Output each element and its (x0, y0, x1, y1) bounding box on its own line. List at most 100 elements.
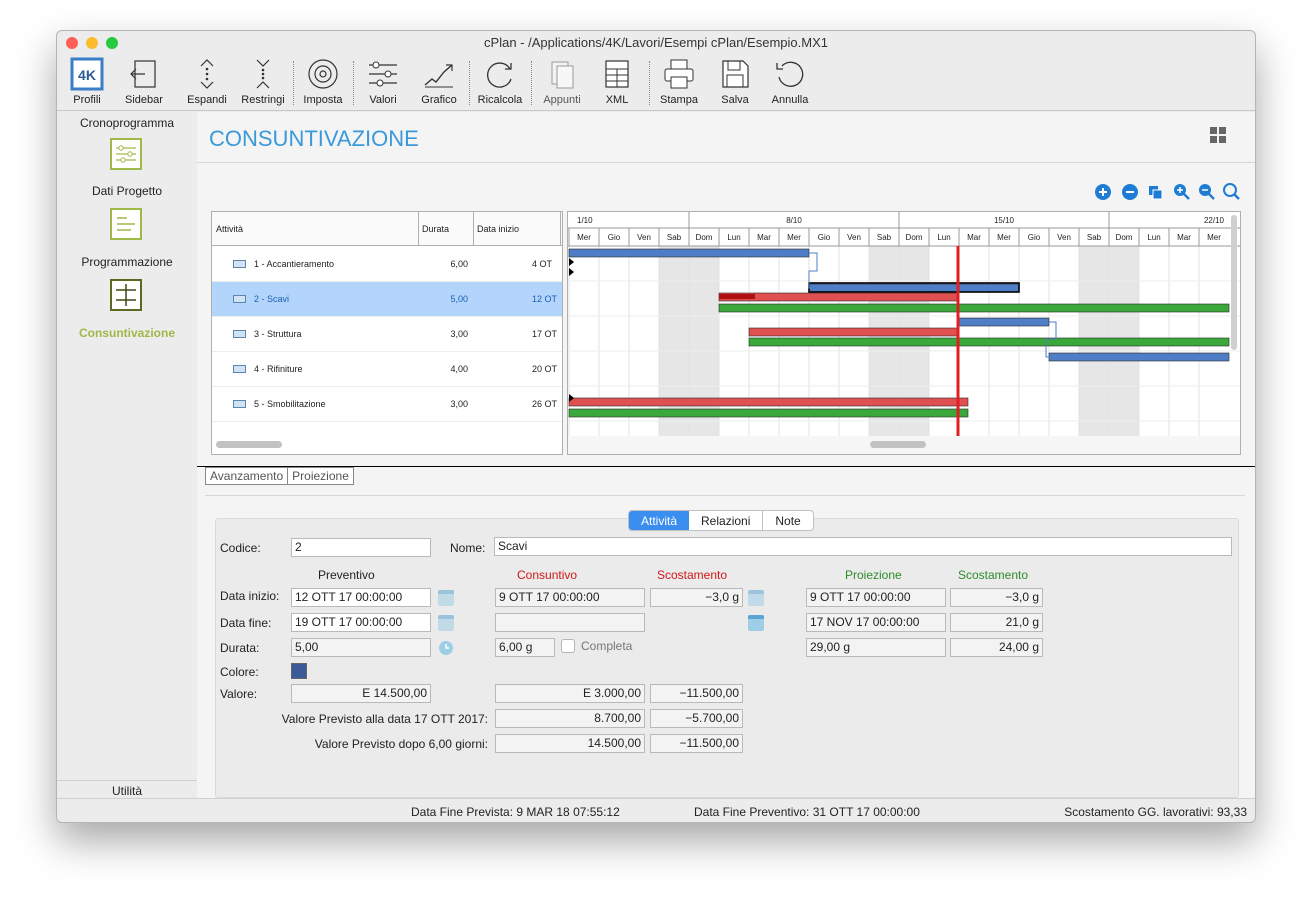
actual-bar[interactable] (568, 397, 969, 407)
table-row[interactable]: 4 - Rifiniture 4,00 20 OT (212, 352, 562, 387)
tab-attivita[interactable]: Attività (629, 511, 690, 530)
task-duration: 3,00 (450, 329, 468, 339)
add-icon[interactable] (1095, 184, 1111, 200)
sidebar-item-dati-progetto[interactable]: Dati Progetto (57, 184, 197, 198)
svg-text:4K: 4K (78, 67, 96, 83)
close-window-button[interactable] (66, 37, 78, 49)
xml-button[interactable]: XML (595, 57, 639, 109)
calendar-icon[interactable] (438, 615, 454, 631)
durata-preventivo-field[interactable]: 5,00 (291, 638, 431, 657)
valore-consuntivo-field[interactable]: E 3.000,00 (495, 684, 645, 703)
table-row[interactable]: 3 - Struttura 3,00 17 OT (212, 317, 562, 352)
codice-label: Codice: (220, 541, 261, 555)
planned-bar[interactable] (808, 283, 1020, 293)
day-label: Sab (1087, 233, 1102, 242)
espandi-button[interactable]: Espandi (181, 57, 233, 109)
weekend-band (869, 246, 899, 451)
ricalcola-button[interactable]: Ricalcola (473, 57, 527, 109)
col-header-data-inizio[interactable]: Data inizio (477, 224, 519, 234)
projection-bar[interactable] (718, 303, 1230, 313)
data-fine-proiezione-field: 17 NOV 17 00:00:00 (806, 613, 946, 632)
profili-button[interactable]: 4K Profili (65, 57, 109, 109)
sidebar-section-utilita[interactable]: Utilità (57, 780, 197, 798)
grafico-button[interactable]: Grafico (415, 57, 463, 109)
tab-relazioni[interactable]: Relazioni (689, 511, 764, 530)
planned-bar[interactable] (1048, 352, 1230, 362)
task-icon (233, 260, 246, 268)
day-label: Sab (667, 233, 682, 242)
imposta-button[interactable]: Imposta (297, 57, 349, 109)
data-inizio-scostamento-field: −3,0 g (650, 588, 743, 607)
data-fine-consuntivo-field[interactable] (495, 613, 645, 632)
gantt-vertical-scrollbar[interactable] (1231, 215, 1237, 350)
data-inizio-preventivo-field[interactable]: 12 OTT 17 00:00:00 (291, 588, 431, 607)
zoom-window-button[interactable] (106, 37, 118, 49)
valori-button[interactable]: Valori (359, 57, 407, 109)
valore-preventivo-field[interactable]: E 14.500,00 (291, 684, 431, 703)
table-row[interactable]: 5 - Smobilitazione 3,00 26 OT (212, 387, 562, 422)
list-icon[interactable] (110, 138, 142, 170)
minimize-window-button[interactable] (86, 37, 98, 49)
zoom-out-icon[interactable] (1199, 184, 1215, 200)
col-header-attivita[interactable]: Attività (216, 224, 243, 234)
completa-checkbox[interactable] (561, 639, 575, 653)
chart-icon (424, 64, 453, 88)
dependency-link (1045, 321, 1057, 358)
table-header: Attività Durata Data inizio (212, 212, 562, 246)
data-inizio-consuntivo-field[interactable]: 9 OTT 17 00:00:00 (495, 588, 645, 607)
view-tabs: Avanzamento Proiezione (205, 467, 354, 485)
fit-icon[interactable] (1149, 186, 1163, 200)
detail-tabs: Attività Relazioni Note (628, 510, 814, 531)
valore-previsto-data-scostamento-field: −5.700,00 (650, 709, 743, 728)
gantt-chart: 1/10 8/10 15/10 22/10 Mer Gio Ven Sab Dom Lun Mar M… (567, 211, 1241, 455)
consuntivo-header: Consuntivo (517, 568, 578, 582)
codice-field[interactable]: 2 (291, 538, 431, 557)
zoom-selection-icon[interactable] (1223, 183, 1240, 200)
weekend-band (689, 246, 719, 451)
clock-icon[interactable] (438, 640, 454, 656)
planned-bar[interactable] (568, 248, 810, 258)
status-bar: Data Fine Prevista: 9 MAR 18 07:55:12 Da… (57, 798, 1255, 822)
task-duration: 3,00 (450, 399, 468, 409)
nome-field[interactable]: Scavi (494, 537, 1232, 556)
day-label: Dom (906, 233, 923, 242)
main-panel: CONSUNTIVAZIONE Attività Durata Data ini… (197, 112, 1255, 798)
title-bar: cPlan - /Applications/4K/Lavori/Esempi c… (57, 31, 1255, 55)
appunti-button[interactable]: Appunti (537, 57, 587, 109)
tab-proiezione[interactable]: Proiezione (288, 468, 353, 484)
sidebar-button[interactable]: Sidebar (119, 57, 169, 109)
data-fine-preventivo-field[interactable]: 19 OTT 17 00:00:00 (291, 613, 431, 632)
table-row[interactable]: 1 - Accantieramento 6,00 4 OT (212, 247, 562, 282)
col-header-durata[interactable]: Durata (422, 224, 449, 234)
tab-avanzamento[interactable]: Avanzamento (206, 468, 289, 484)
valore-previsto-data-label: Valore Previsto alla data 17 OTT 2017: (281, 712, 488, 726)
remove-icon[interactable] (1122, 184, 1138, 200)
task-duration: 5,00 (450, 294, 468, 304)
table-row[interactable]: 2 - Scavi 5,00 12 OT (212, 282, 562, 317)
stampa-button[interactable]: Stampa (655, 57, 703, 109)
tab-note[interactable]: Note (763, 511, 812, 530)
planned-bar[interactable] (958, 317, 1050, 327)
sidebar-item-programmazione[interactable]: Programmazione (57, 255, 197, 269)
projection-bar[interactable] (568, 408, 969, 418)
projection-bar[interactable] (748, 337, 1230, 347)
zoom-in-icon[interactable] (1174, 184, 1190, 200)
report-icon[interactable] (110, 279, 142, 311)
refresh-icon (487, 62, 512, 88)
schedule-icon[interactable] (110, 208, 142, 240)
calendar-icon[interactable] (438, 590, 454, 606)
color-swatch[interactable] (291, 663, 307, 679)
annulla-label: Annulla (771, 94, 809, 106)
restringi-button[interactable]: Restringi (235, 57, 291, 109)
annulla-button[interactable]: Annulla (765, 57, 815, 109)
calendar-icon[interactable] (748, 615, 764, 631)
gantt-scrollbar[interactable] (870, 441, 926, 448)
grid-view-icon[interactable] (1209, 126, 1227, 144)
salva-button[interactable]: Salva (713, 57, 757, 109)
table-scrollbar[interactable] (216, 441, 282, 448)
actual-bar[interactable] (748, 327, 960, 337)
durata-consuntivo-field[interactable]: 6,00 g (495, 638, 555, 657)
sidebar-section-cronoprogramma: Cronoprogramma (79, 116, 175, 130)
calendar-icon[interactable] (748, 590, 764, 606)
sidebar-item-consuntivazione[interactable]: Consuntivazione (57, 326, 197, 340)
